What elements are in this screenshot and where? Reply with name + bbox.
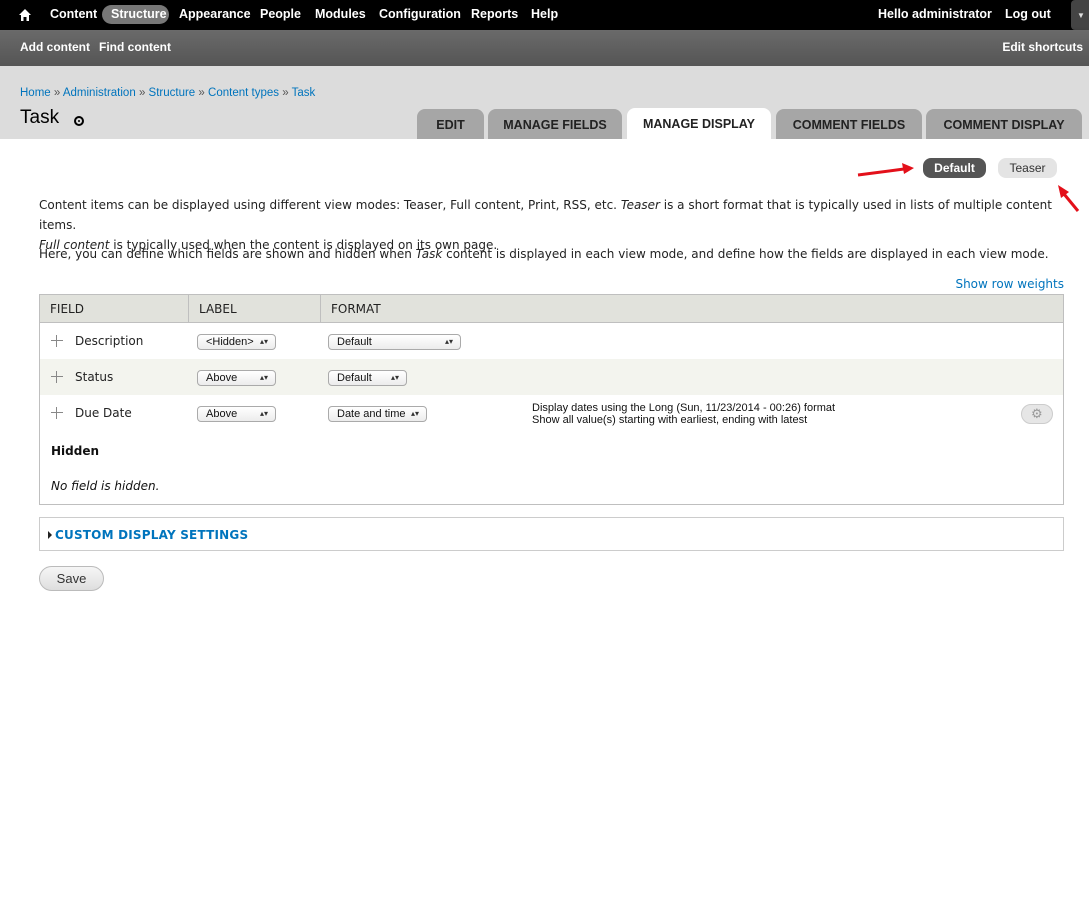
select-arrows-icon: ▴▾ (259, 409, 268, 418)
label-select[interactable]: Above ▴▾ (197, 370, 276, 386)
toggle-arrow-icon: ▼ (1077, 11, 1085, 20)
view-mode-teaser-tab[interactable]: Teaser (998, 158, 1057, 178)
toolbar-content[interactable]: Content (50, 7, 97, 21)
desc-text: Here, you can define which fields are sh… (39, 247, 416, 261)
table-header: FIELD LABEL FORMAT (40, 295, 1063, 323)
breadcrumb-structure[interactable]: Structure (149, 87, 196, 99)
logout-link[interactable]: Log out (1005, 7, 1051, 21)
select-value: Above (206, 408, 238, 420)
toolbar-structure[interactable]: Structure (111, 7, 167, 21)
summary-line: Show all value(s) starting with earliest… (532, 414, 808, 426)
breadcrumb-separator: » (198, 87, 205, 99)
select-arrows-icon: ▴▾ (410, 409, 419, 418)
field-display-table: FIELD LABEL FORMAT Description <Hidden> ▴… (39, 294, 1064, 505)
admin-toolbar: Content Structure Appearance People Modu… (0, 0, 1089, 30)
breadcrumb-home[interactable]: Home (20, 87, 51, 99)
column-header-format: FORMAT (320, 295, 381, 323)
select-value: <Hidden> (206, 336, 254, 348)
tab-comment-display[interactable]: COMMENT DISPLAY (926, 109, 1082, 139)
column-header-field: FIELD (50, 302, 84, 316)
tab-manage-display[interactable]: MANAGE DISPLAY (627, 108, 771, 139)
select-arrows-icon: ▴▾ (259, 373, 268, 382)
user-name: administrator (912, 7, 992, 21)
select-arrows-icon: ▴▾ (390, 373, 399, 382)
format-settings-button[interactable]: ⚙ (1021, 404, 1053, 424)
shortcut-find-content[interactable]: Find content (99, 40, 171, 54)
breadcrumb-administration[interactable]: Administration (63, 87, 136, 99)
table-row: Description <Hidden> ▴▾ Default ▴▾ (40, 323, 1063, 359)
drag-handle-icon[interactable] (51, 407, 63, 419)
custom-display-settings[interactable]: CUSTOM DISPLAY SETTINGS (39, 517, 1064, 551)
toolbar-modules[interactable]: Modules (315, 7, 366, 21)
toolbar-appearance[interactable]: Appearance (179, 7, 251, 21)
breadcrumb-separator: » (282, 87, 289, 99)
format-select[interactable]: Default ▴▾ (328, 334, 461, 350)
toolbar-reports[interactable]: Reports (471, 7, 518, 21)
greeting-text: Hello (878, 7, 909, 21)
shortcuts-bar: Add content Find content Edit shortcuts (0, 30, 1089, 66)
custom-display-settings-label: CUSTOM DISPLAY SETTINGS (55, 528, 249, 542)
tab-manage-fields[interactable]: MANAGE FIELDS (488, 109, 622, 139)
toolbar-help[interactable]: Help (531, 7, 558, 21)
desc-teaser: Teaser (620, 198, 660, 212)
desc-text: Content items can be displayed using dif… (39, 198, 621, 212)
breadcrumb-separator: » (138, 87, 146, 99)
annotation-arrow-right (857, 163, 914, 177)
select-value: Date and time (337, 408, 406, 420)
format-select[interactable]: Date and time ▴▾ (328, 406, 427, 422)
label-select[interactable]: <Hidden> ▴▾ (197, 334, 276, 350)
format-select[interactable]: Default ▴▾ (328, 370, 407, 386)
hidden-region-heading: Hidden (51, 444, 100, 458)
shortcut-add-content[interactable]: Add content (20, 40, 90, 54)
hidden-region-empty-message: No field is hidden. (51, 479, 160, 493)
breadcrumb-separator: » (53, 87, 61, 99)
column-header-label: LABEL (188, 295, 320, 323)
gear-icon: ⚙ (1031, 407, 1043, 422)
breadcrumb-content-types[interactable]: Content types (208, 87, 279, 99)
toolbar-people[interactable]: People (260, 7, 301, 21)
field-name: Description (75, 334, 144, 348)
select-arrows-icon: ▴▾ (444, 337, 453, 346)
toolbar-configuration[interactable]: Configuration (379, 7, 461, 21)
drag-handle-icon[interactable] (51, 371, 63, 383)
save-button[interactable]: Save (39, 566, 104, 591)
field-name: Status (75, 370, 114, 384)
user-greeting[interactable]: Hello administrator (878, 7, 992, 21)
select-value: Default (337, 336, 372, 348)
breadcrumb-task[interactable]: Task (292, 87, 316, 99)
shortcuts-toggle[interactable]: ▼ (1071, 0, 1089, 30)
expand-triangle-icon (48, 531, 52, 539)
breadcrumb: Home » Administration » Structure » Cont… (20, 87, 315, 99)
field-name: Due Date (75, 406, 132, 420)
select-value: Above (206, 372, 238, 384)
summary-line: Display dates using the Long (Sun, 11/23… (532, 402, 836, 414)
edit-shortcuts-link[interactable]: Edit shortcuts (1002, 40, 1083, 54)
view-mode-default-tab[interactable]: Default (923, 158, 986, 178)
page-title: Task (20, 107, 60, 128)
add-shortcut-icon[interactable] (74, 116, 84, 126)
tab-edit[interactable]: EDIT (417, 109, 484, 139)
table-row: Status Above ▴▾ Default ▴▾ (40, 359, 1063, 395)
show-row-weights-link[interactable]: Show row weights (955, 277, 1064, 291)
fields-description: Here, you can define which fields are sh… (39, 244, 1049, 264)
desc-task: Task (415, 247, 443, 261)
tab-comment-fields[interactable]: COMMENT FIELDS (776, 109, 922, 139)
desc-text: content is displayed in each view mode, … (442, 247, 1049, 261)
select-arrows-icon: ▴▾ (259, 337, 268, 346)
select-value: Default (337, 372, 372, 384)
drag-handle-icon[interactable] (51, 335, 63, 347)
table-row: Due Date Above ▴▾ Date and time ▴▾ Display… (40, 395, 1063, 433)
label-select[interactable]: Above ▴▾ (197, 406, 276, 422)
home-icon[interactable] (18, 8, 32, 22)
format-summary: Display dates using the Long (Sun, 11/23… (532, 402, 835, 426)
